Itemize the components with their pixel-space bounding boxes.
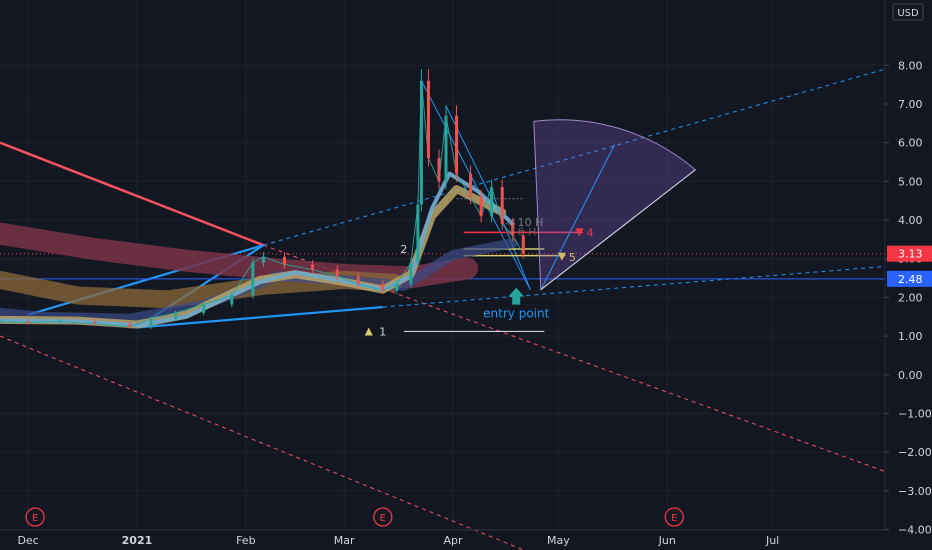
candle-body [381, 283, 385, 291]
candle-body [0, 321, 2, 323]
entry-point-label: entry point [483, 307, 549, 321]
y-tick-label: 6.00 [898, 137, 923, 150]
candle-body [282, 256, 286, 265]
y-tick-label: 5.00 [898, 175, 923, 188]
candle-body [261, 256, 265, 263]
label-6h: ◁ 6 H [506, 226, 537, 239]
label-5: 5 [569, 251, 576, 264]
candle-body [469, 173, 473, 197]
candle-body [490, 187, 494, 217]
currency-button[interactable]: USD [892, 3, 924, 21]
y-tick-label: 2.00 [898, 291, 923, 304]
candle-body [202, 304, 206, 313]
y-tick-label: −2.00 [898, 446, 932, 459]
candle-body [426, 80, 430, 159]
candle-body [128, 323, 132, 327]
currency-label: USD [897, 8, 919, 19]
label-4: 4 [586, 226, 593, 239]
candle-body [58, 321, 62, 323]
y-tick-label: 0.00 [898, 369, 923, 382]
x-tick-label: Feb [236, 534, 255, 547]
x-tick-label: May [547, 534, 570, 547]
x-tick-label: Jul [765, 534, 779, 547]
candle-body [500, 187, 504, 224]
candle-body [311, 264, 315, 270]
price-label-value: 2.48 [898, 273, 923, 286]
price-chart[interactable]: ◁ 10 H◁ 6 H2541entry point 8.007.006.005… [0, 0, 932, 550]
y-tick-label: 1.00 [898, 330, 923, 343]
y-tick-label: −4.00 [898, 524, 932, 537]
earnings-marker-label: E [671, 513, 677, 524]
candle-body [230, 295, 234, 305]
candle-body [356, 276, 360, 284]
candle-body [416, 204, 420, 263]
candle-body [409, 262, 413, 284]
candle-body [437, 158, 441, 182]
x-tick-label: Mar [334, 534, 355, 547]
earnings-marker-label: E [380, 513, 386, 524]
y-tick-label: 7.00 [898, 98, 923, 111]
candle-body [174, 312, 178, 319]
x-tick-label: Apr [444, 534, 464, 547]
candle-body [395, 283, 399, 291]
label-2: 2 [400, 243, 407, 256]
x-tick-label: Jun [658, 534, 676, 547]
y-tick-label: −3.00 [898, 485, 932, 498]
x-tick-label: Dec [17, 534, 38, 547]
candle-body [479, 196, 483, 217]
candle-body [149, 318, 153, 327]
candle-body [419, 80, 423, 205]
y-tick-label: −1.00 [898, 407, 932, 420]
y-tick-label: 4.00 [898, 214, 923, 227]
x-tick-label: 2021 [122, 534, 153, 547]
label-1: 1 [379, 325, 386, 338]
earnings-marker-label: E [32, 513, 38, 524]
price-label-value: 3.13 [898, 248, 923, 261]
candle-body [455, 115, 459, 174]
candle-body [26, 321, 30, 323]
y-tick-label: 8.00 [898, 59, 923, 72]
candle-body [93, 321, 97, 324]
candle-body [444, 115, 448, 182]
candle-body [251, 262, 255, 296]
candle-body [335, 269, 339, 277]
